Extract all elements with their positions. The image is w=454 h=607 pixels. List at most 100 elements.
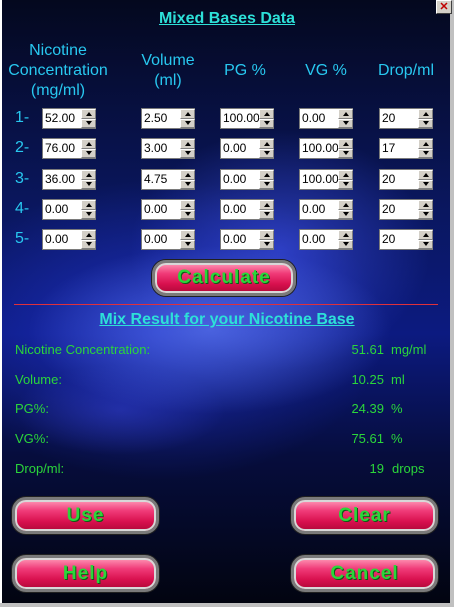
spin-up-button[interactable] (81, 139, 96, 149)
vg-value[interactable]: 0.00 (300, 230, 338, 249)
drop-input-row-3[interactable]: 20 (379, 169, 433, 190)
spin-down-button[interactable] (418, 118, 433, 128)
drop-value[interactable]: 17 (380, 139, 418, 158)
volume-value[interactable]: 3.00 (142, 139, 180, 158)
drop-input-row-5[interactable]: 20 (379, 229, 433, 250)
pg-value[interactable]: 0.00 (221, 230, 259, 249)
help-button[interactable]: Help (12, 555, 159, 592)
spin-up-button[interactable] (259, 109, 274, 119)
spin-up-button[interactable] (338, 109, 353, 119)
pg-value[interactable]: 0.00 (221, 139, 259, 158)
cancel-button[interactable]: Cancel (291, 555, 438, 592)
volume-input-row-4[interactable]: 0.00 (141, 199, 195, 220)
spin-up-button[interactable] (180, 170, 195, 180)
nicotine-value[interactable]: 76.00 (43, 139, 81, 158)
spin-down-button[interactable] (180, 179, 195, 189)
spin-down-button[interactable] (418, 239, 433, 249)
spin-down-button[interactable] (338, 148, 353, 158)
spin-up-button[interactable] (418, 139, 433, 149)
spin-up-button[interactable] (81, 230, 96, 240)
volume-input-row-1[interactable]: 2.50 (141, 108, 195, 129)
nicotine-value[interactable]: 52.00 (43, 109, 81, 128)
vg-value[interactable]: 100.00 (300, 139, 338, 158)
pg-input-row-3[interactable]: 0.00 (220, 169, 274, 190)
vg-input-row-2[interactable]: 100.00 (299, 138, 353, 159)
spin-up-button[interactable] (180, 230, 195, 240)
vg-input-row-4[interactable]: 0.00 (299, 199, 353, 220)
spin-down-button[interactable] (418, 148, 433, 158)
volume-value[interactable]: 4.75 (142, 170, 180, 189)
drop-value[interactable]: 20 (380, 200, 418, 219)
spin-up-button[interactable] (259, 170, 274, 180)
pg-input-row-5[interactable]: 0.00 (220, 229, 274, 250)
nicotine-value[interactable]: 0.00 (43, 200, 81, 219)
spin-down-button[interactable] (259, 118, 274, 128)
spin-up-button[interactable] (418, 230, 433, 240)
nicotine-input-row-1[interactable]: 52.00 (42, 108, 96, 129)
spin-down-button[interactable] (180, 118, 195, 128)
pg-value[interactable]: 0.00 (221, 200, 259, 219)
spin-up-button[interactable] (180, 200, 195, 210)
spin-down-button[interactable] (180, 148, 195, 158)
spin-up-button[interactable] (418, 170, 433, 180)
spin-up-button[interactable] (418, 109, 433, 119)
spin-up-button[interactable] (259, 230, 274, 240)
vg-value[interactable]: 0.00 (300, 109, 338, 128)
volume-value[interactable]: 2.50 (142, 109, 180, 128)
nicotine-value[interactable]: 36.00 (43, 170, 81, 189)
drop-input-row-4[interactable]: 20 (379, 199, 433, 220)
spin-down-button[interactable] (180, 239, 195, 249)
spin-up-button[interactable] (259, 139, 274, 149)
volume-input-row-2[interactable]: 3.00 (141, 138, 195, 159)
volume-input-row-3[interactable]: 4.75 (141, 169, 195, 190)
spin-down-button[interactable] (338, 209, 353, 219)
spin-down-button[interactable] (259, 148, 274, 158)
spin-down-button[interactable] (338, 179, 353, 189)
spin-up-button[interactable] (338, 139, 353, 149)
drop-value[interactable]: 20 (380, 170, 418, 189)
spin-down-button[interactable] (338, 118, 353, 128)
drop-value[interactable]: 20 (380, 230, 418, 249)
spin-down-button[interactable] (180, 209, 195, 219)
spin-down-button[interactable] (259, 209, 274, 219)
use-button[interactable]: Use (12, 497, 159, 534)
pg-value[interactable]: 100.00 (221, 109, 259, 128)
spin-down-button[interactable] (259, 239, 274, 249)
pg-input-row-4[interactable]: 0.00 (220, 199, 274, 220)
clear-button[interactable]: Clear (291, 497, 438, 534)
vg-value[interactable]: 0.00 (300, 200, 338, 219)
spin-up-button[interactable] (338, 230, 353, 240)
nicotine-value[interactable]: 0.00 (43, 230, 81, 249)
nicotine-input-row-5[interactable]: 0.00 (42, 229, 96, 250)
spin-down-button[interactable] (338, 239, 353, 249)
pg-value[interactable]: 0.00 (221, 170, 259, 189)
spin-up-button[interactable] (259, 200, 274, 210)
spin-up-button[interactable] (338, 200, 353, 210)
drop-input-row-1[interactable]: 20 (379, 108, 433, 129)
drop-input-row-2[interactable]: 17 (379, 138, 433, 159)
vg-value[interactable]: 100.00 (300, 170, 338, 189)
spin-down-button[interactable] (81, 118, 96, 128)
spin-up-button[interactable] (180, 109, 195, 119)
spin-up-button[interactable] (81, 200, 96, 210)
spin-up-button[interactable] (338, 170, 353, 180)
spin-down-button[interactable] (81, 179, 96, 189)
nicotine-input-row-4[interactable]: 0.00 (42, 199, 96, 220)
vg-input-row-1[interactable]: 0.00 (299, 108, 353, 129)
pg-input-row-2[interactable]: 0.00 (220, 138, 274, 159)
spin-up-button[interactable] (180, 139, 195, 149)
spin-up-button[interactable] (81, 109, 96, 119)
vg-input-row-3[interactable]: 100.00 (299, 169, 353, 190)
spin-down-button[interactable] (418, 179, 433, 189)
vg-input-row-5[interactable]: 0.00 (299, 229, 353, 250)
spin-down-button[interactable] (259, 179, 274, 189)
spin-down-button[interactable] (81, 209, 96, 219)
volume-value[interactable]: 0.00 (142, 200, 180, 219)
nicotine-input-row-3[interactable]: 36.00 (42, 169, 96, 190)
spin-down-button[interactable] (418, 209, 433, 219)
spin-down-button[interactable] (81, 148, 96, 158)
volume-value[interactable]: 0.00 (142, 230, 180, 249)
volume-input-row-5[interactable]: 0.00 (141, 229, 195, 250)
spin-up-button[interactable] (81, 170, 96, 180)
spin-down-button[interactable] (81, 239, 96, 249)
